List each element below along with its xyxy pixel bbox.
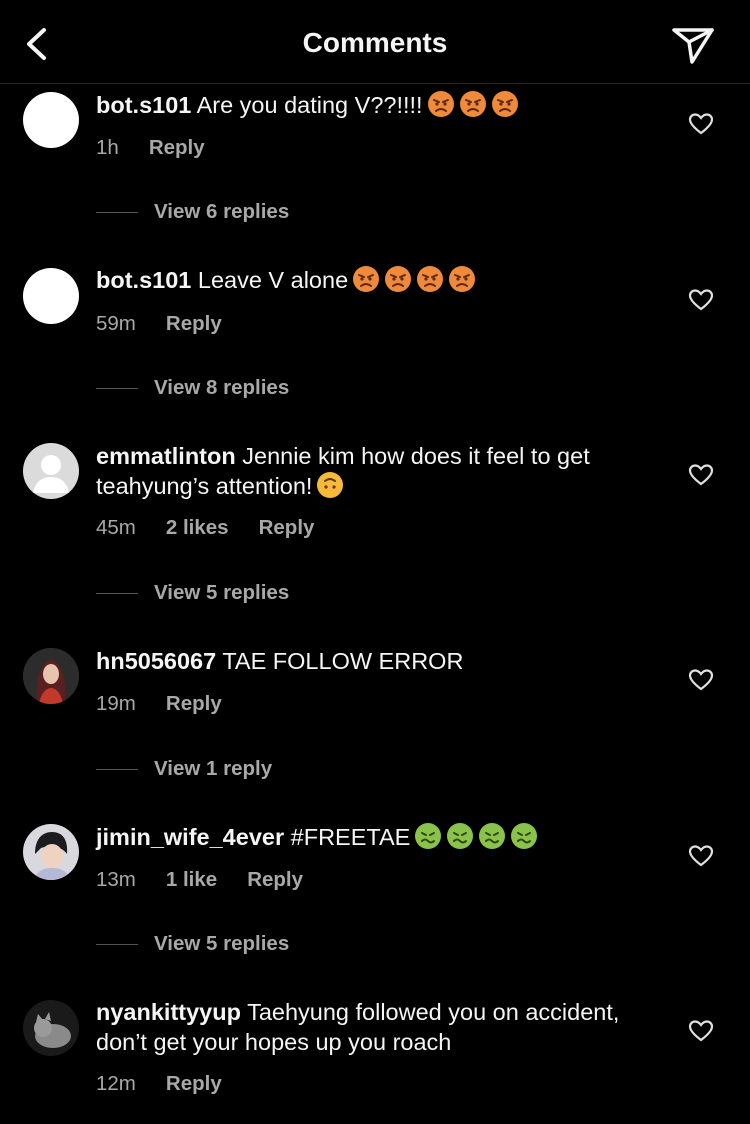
comment-meta: 19m Reply <box>96 692 252 716</box>
comment-text: #FREETAE <box>290 824 411 850</box>
angry-face-emoji-icon <box>491 91 518 117</box>
profile-photo <box>23 824 79 880</box>
comment-meta: 12m Reply <box>96 1072 252 1096</box>
comment-meta: 45m 2 likes Reply <box>96 516 344 540</box>
comment-username[interactable]: bot.s101 <box>96 267 191 293</box>
reply-button[interactable]: Reply <box>166 692 222 715</box>
upside-face-emoji-icon <box>317 472 344 498</box>
page-title: Comments <box>302 27 448 58</box>
comment-time: 13m <box>96 868 136 891</box>
view-replies-link[interactable]: View 1 reply <box>96 757 272 781</box>
view-replies-link[interactable]: View 5 replies <box>96 932 289 956</box>
comment-username[interactable]: bot.s101 <box>96 92 191 118</box>
top-bar: Comments <box>0 0 750 84</box>
angry-face-emoji-icon <box>385 266 412 292</box>
comment-body: hn5056067 TAE FOLLOW ERROR <box>96 646 666 676</box>
sick-face-emoji-icon <box>415 823 442 849</box>
comment-username[interactable]: hn5056067 <box>96 648 216 674</box>
comment-time: 1h <box>96 136 119 159</box>
heart-icon[interactable] <box>688 288 714 312</box>
comment-username[interactable]: emmatlinton <box>96 443 236 469</box>
send-icon[interactable] <box>670 22 716 66</box>
comment-body: jimin_wife_4ever #FREETAE <box>96 822 666 852</box>
angry-face-emoji-icon <box>353 266 380 292</box>
view-replies-label: View 5 replies <box>154 932 290 955</box>
comment-body: bot.s101 Are you dating V??!!!! <box>96 90 666 120</box>
replies-divider <box>96 769 138 771</box>
comment-meta: 13m 1 like Reply <box>96 868 333 892</box>
comment-body: nyankittyyup Taehyung followed you on ac… <box>96 997 666 1057</box>
emoji-row <box>312 472 344 499</box>
avatar[interactable] <box>23 1000 79 1056</box>
back-arrow-icon[interactable] <box>18 24 54 64</box>
comment-time: 12m <box>96 1072 136 1095</box>
avatar[interactable] <box>23 648 79 704</box>
comment-time: 45m <box>96 516 136 539</box>
view-replies-label: View 5 replies <box>154 581 290 604</box>
heart-icon[interactable] <box>688 112 714 136</box>
replies-divider <box>96 593 138 595</box>
default-avatar-icon <box>33 455 69 493</box>
replies-divider <box>96 212 138 214</box>
angry-face-emoji-icon <box>417 266 444 292</box>
heart-icon[interactable] <box>688 668 714 692</box>
like-count[interactable]: 2 likes <box>166 516 229 539</box>
reply-button[interactable]: Reply <box>166 1072 222 1095</box>
sick-face-emoji-icon <box>479 823 506 849</box>
comment-text: Leave V alone <box>197 267 349 293</box>
reply-button[interactable]: Reply <box>259 516 315 539</box>
view-replies-link[interactable]: View 8 replies <box>96 376 289 400</box>
view-replies-label: View 1 reply <box>154 757 273 780</box>
like-count[interactable]: 1 like <box>166 868 217 891</box>
avatar[interactable] <box>23 92 79 148</box>
comment-username[interactable]: nyankittyyup <box>96 999 241 1025</box>
comment-time: 59m <box>96 312 136 335</box>
heart-icon[interactable] <box>688 1019 714 1043</box>
profile-photo <box>23 1000 79 1056</box>
emoji-row <box>348 266 476 293</box>
emoji-row <box>423 91 519 118</box>
replies-divider <box>96 388 138 390</box>
avatar[interactable] <box>23 443 79 499</box>
sick-face-emoji-icon <box>447 823 474 849</box>
view-replies-link[interactable]: View 6 replies <box>96 200 289 224</box>
comment-meta: 59m Reply <box>96 312 252 336</box>
angry-face-emoji-icon <box>459 91 486 117</box>
view-replies-link[interactable]: View 5 replies <box>96 581 289 605</box>
reply-button[interactable]: Reply <box>247 868 303 891</box>
avatar[interactable] <box>23 824 79 880</box>
reply-button[interactable]: Reply <box>166 312 222 335</box>
comment-body: bot.s101 Leave V alone <box>96 265 666 295</box>
comment-meta: 1h Reply <box>96 136 235 160</box>
comment-time: 19m <box>96 692 136 715</box>
avatar[interactable] <box>23 268 79 324</box>
comment-body: emmatlinton Jennie kim how does it feel … <box>96 441 666 501</box>
replies-divider <box>96 944 138 946</box>
heart-icon[interactable] <box>688 844 714 868</box>
view-replies-label: View 8 replies <box>154 376 290 399</box>
sick-face-emoji-icon <box>511 823 538 849</box>
comment-text: Are you dating V??!!!! <box>196 92 423 118</box>
profile-photo <box>23 648 79 704</box>
comment-text: TAE FOLLOW ERROR <box>222 648 464 674</box>
angry-face-emoji-icon <box>427 91 454 117</box>
emoji-row <box>410 823 538 850</box>
view-replies-label: View 6 replies <box>154 200 290 223</box>
heart-icon[interactable] <box>688 463 714 487</box>
comment-username[interactable]: jimin_wife_4ever <box>96 824 284 850</box>
angry-face-emoji-icon <box>449 266 476 292</box>
reply-button[interactable]: Reply <box>149 136 205 159</box>
